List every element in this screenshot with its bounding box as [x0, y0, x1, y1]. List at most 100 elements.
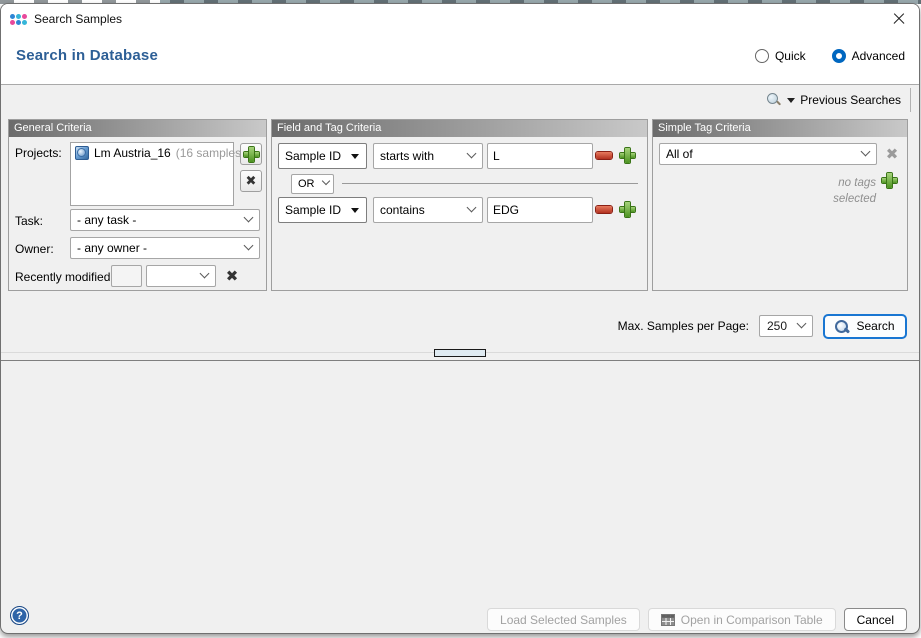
recently-modified-value-input[interactable]: [111, 265, 142, 287]
radio-quick[interactable]: Quick: [755, 49, 806, 63]
chevron-down-icon: [797, 319, 807, 329]
task-label: Task:: [15, 214, 43, 228]
load-selected-samples-label: Load Selected Samples: [500, 613, 627, 627]
dropdown-arrow-icon: [787, 98, 795, 103]
add-project-button[interactable]: [240, 143, 262, 165]
owner-dropdown[interactable]: - any owner -: [70, 237, 260, 259]
search-button[interactable]: Search: [823, 314, 907, 339]
operator-dropdown[interactable]: contains: [373, 197, 483, 223]
cancel-label: Cancel: [857, 613, 894, 627]
search-samples-dialog: Search Samples Search in Database Quick …: [0, 3, 920, 634]
projects-label: Projects:: [15, 146, 62, 160]
previous-searches-button[interactable]: Previous Searches: [766, 88, 911, 112]
owner-label: Owner:: [15, 242, 54, 256]
table-icon: [661, 614, 675, 626]
general-criteria-header: General Criteria: [9, 120, 266, 137]
results-divider: [1, 360, 919, 361]
operator-dropdown-value: starts with: [380, 149, 434, 163]
criteria-divider: [342, 183, 638, 184]
previous-searches-icon: [766, 92, 782, 108]
minus-icon: [596, 206, 612, 213]
splitter-handle[interactable]: [434, 349, 486, 357]
plus-icon: [620, 202, 635, 217]
operator-dropdown[interactable]: starts with: [373, 143, 483, 169]
add-criterion-button[interactable]: [620, 202, 635, 217]
close-icon[interactable]: [889, 9, 909, 29]
chevron-down-icon: [467, 149, 477, 159]
chevron-down-icon: [467, 203, 477, 213]
remove-criterion-button[interactable]: [596, 152, 612, 159]
tag-match-dropdown[interactable]: All of: [659, 143, 877, 165]
help-button[interactable]: ?: [10, 606, 29, 625]
remove-project-button[interactable]: ✖: [240, 170, 262, 192]
recently-modified-unit-dropdown[interactable]: [146, 265, 216, 287]
load-selected-samples-button[interactable]: Load Selected Samples: [487, 608, 640, 631]
add-criterion-button[interactable]: [620, 148, 635, 163]
x-icon: ✖: [226, 269, 239, 284]
max-samples-dropdown[interactable]: 250: [759, 315, 813, 337]
owner-dropdown-value: - any owner -: [77, 241, 147, 255]
radio-advanced-circle-icon[interactable]: [832, 49, 846, 63]
join-operator-value: OR: [298, 178, 315, 190]
plus-icon: [882, 173, 897, 188]
question-mark-icon: ?: [16, 610, 23, 622]
criterion-value-input[interactable]: [487, 143, 593, 169]
window-title: Search Samples: [34, 12, 122, 26]
dropdown-arrow-icon: [351, 208, 359, 213]
minus-icon: [596, 152, 612, 159]
tag-match-dropdown-value: All of: [666, 147, 693, 161]
operator-dropdown-value: contains: [380, 203, 425, 217]
project-list-item[interactable]: Lm Austria_16 (16 samples): [75, 146, 229, 160]
no-tags-selected-text: no tags selected: [803, 176, 876, 207]
projects-listbox[interactable]: Lm Austria_16 (16 samples): [70, 142, 234, 206]
plus-icon: [244, 147, 259, 162]
open-in-comparison-table-button[interactable]: Open in Comparison Table: [648, 608, 836, 631]
project-icon: [75, 146, 89, 160]
field-tag-criteria-panel: Field and Tag Criteria Sample ID starts …: [271, 119, 648, 291]
project-sample-count: (16 samples): [176, 146, 245, 160]
task-dropdown-value: - any task -: [77, 213, 136, 227]
general-criteria-panel: General Criteria Projects: Lm Austria_16…: [8, 119, 267, 291]
plus-icon: [620, 148, 635, 163]
app-logo-icon: [10, 11, 27, 27]
simple-tag-criteria-header: Simple Tag Criteria: [653, 120, 907, 137]
dialog-header: Search in Database Quick Advanced: [1, 34, 919, 85]
field-dropdown[interactable]: Sample ID: [278, 197, 367, 223]
footer-buttons: Load Selected Samples Open in Comparison…: [487, 608, 907, 631]
task-dropdown[interactable]: - any task -: [70, 209, 260, 231]
field-criterion-row: Sample ID starts with: [272, 143, 647, 169]
open-in-comparison-table-label: Open in Comparison Table: [681, 613, 823, 627]
simple-tag-criteria-panel: Simple Tag Criteria All of ✖ no tags sel…: [652, 119, 908, 291]
field-criterion-row: Sample ID contains: [272, 197, 647, 223]
project-name: Lm Austria_16: [94, 146, 171, 160]
chevron-down-icon: [861, 147, 871, 157]
chevron-down-icon: [322, 177, 330, 185]
titlebar[interactable]: Search Samples: [1, 4, 919, 34]
radio-quick-circle-icon[interactable]: [755, 49, 769, 63]
cancel-button[interactable]: Cancel: [844, 608, 907, 631]
clear-tags-button[interactable]: ✖: [881, 143, 903, 165]
clear-recently-modified-button[interactable]: ✖: [221, 265, 243, 287]
chevron-down-icon: [244, 241, 254, 251]
search-button-label: Search: [856, 319, 894, 333]
add-tag-button[interactable]: [882, 173, 897, 188]
search-mode-group: Quick Advanced: [755, 49, 905, 63]
chevron-down-icon: [200, 269, 210, 279]
criterion-value-input[interactable]: [487, 197, 593, 223]
remove-criterion-button[interactable]: [596, 206, 612, 213]
radio-advanced[interactable]: Advanced: [832, 49, 905, 63]
max-samples-label: Max. Samples per Page:: [618, 319, 749, 333]
dropdown-arrow-icon: [351, 154, 359, 159]
radio-advanced-label: Advanced: [852, 49, 905, 63]
radio-quick-label: Quick: [775, 49, 806, 63]
chevron-down-icon: [244, 213, 254, 223]
join-operator-dropdown[interactable]: OR: [291, 174, 334, 194]
field-tag-criteria-header: Field and Tag Criteria: [272, 120, 647, 137]
x-icon: ✖: [886, 147, 899, 162]
field-dropdown-value: Sample ID: [285, 203, 341, 217]
field-dropdown[interactable]: Sample ID: [278, 143, 367, 169]
search-controls: Max. Samples per Page: 250 Search: [618, 314, 907, 338]
recently-modified-label: Recently modified:: [15, 270, 114, 284]
x-icon: ✖: [246, 175, 257, 188]
search-samples-dialog-screen: Search Samples Search in Database Quick …: [0, 0, 921, 638]
